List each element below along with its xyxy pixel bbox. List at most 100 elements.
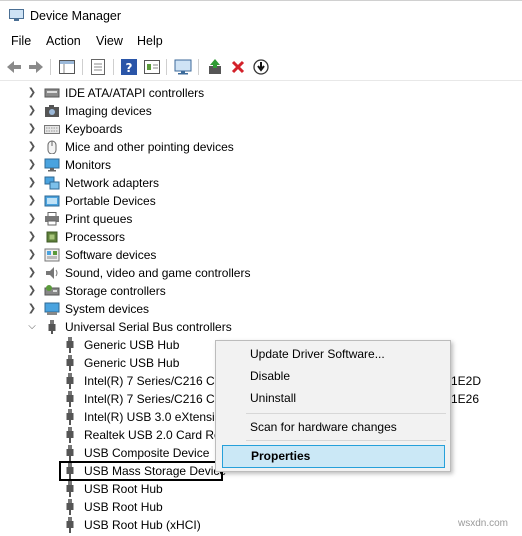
category-label: Software devices (65, 248, 157, 262)
chevron-right-icon[interactable]: ❯ (27, 210, 37, 228)
category-label: Processors (65, 230, 126, 244)
chevron-right-icon[interactable]: ❯ (27, 138, 37, 156)
category-label: System devices (65, 302, 150, 316)
category-label: IDE ATA/ATAPI controllers (65, 86, 205, 100)
menu-disable[interactable]: Disable (250, 369, 290, 383)
tree-category[interactable]: ❯ Storage controllers (0, 282, 522, 300)
chevron-right-icon[interactable]: ❯ (27, 120, 37, 138)
menu-update-driver[interactable]: Update Driver Software... (250, 347, 385, 361)
menu-view[interactable]: View (96, 34, 123, 48)
storage-controller-icon (44, 285, 60, 296)
menu-separator (246, 413, 446, 414)
printer-icon (45, 212, 59, 226)
tree-category[interactable]: ❯ Portable Devices (0, 192, 522, 210)
device-label: Intel(R) 7 Series/C216 Chi (84, 392, 225, 406)
device-label: Intel(R) 7 Series/C216 Chi (84, 374, 225, 388)
menu-help[interactable]: Help (137, 34, 163, 48)
device-label-tail: 1E2D (451, 374, 482, 388)
update-driver-icon[interactable] (205, 57, 225, 77)
usb-plug-icon (48, 320, 56, 334)
menu-separator (246, 440, 446, 441)
usb-device-row[interactable]: USB Root Hub (xHCI) (0, 516, 522, 534)
uninstall-x-icon[interactable] (228, 57, 248, 77)
tree-category[interactable]: ❯ Software devices (0, 246, 522, 264)
menu-bar: File Action View Help (0, 30, 522, 52)
tree-category[interactable]: ❯ Keyboards (0, 120, 522, 138)
usb-plug-icon (66, 409, 74, 425)
tree-category[interactable]: ❯ Sound, video and game controllers (0, 264, 522, 282)
chevron-right-icon[interactable]: ❯ (27, 246, 37, 264)
toolbar: ? (0, 53, 522, 81)
device-label: Generic USB Hub (84, 356, 180, 370)
category-label: Keyboards (65, 122, 123, 136)
menu-properties-label: Properties (251, 449, 311, 463)
chevron-right-icon[interactable]: ❯ (27, 192, 37, 210)
svg-text:?: ? (126, 61, 133, 75)
usb-device-row[interactable]: USB Root Hub (0, 498, 522, 516)
device-label: Generic USB Hub (84, 338, 180, 352)
usb-device-row[interactable]: USB Root Hub (0, 480, 522, 498)
device-label: USB Root Hub (84, 482, 163, 496)
ide-controller-icon (44, 88, 60, 98)
menu-file[interactable]: File (11, 34, 31, 48)
usb-plug-icon (66, 373, 74, 389)
chevron-right-icon[interactable]: ❯ (27, 228, 37, 246)
device-manager-icon (9, 9, 24, 21)
toolbar-separator (82, 59, 83, 75)
scan-monitor-icon[interactable] (173, 57, 193, 77)
usb-plug-icon (66, 499, 74, 515)
toolbar-separator (113, 59, 114, 75)
system-device-icon (44, 302, 60, 315)
window-title: Device Manager (30, 9, 122, 23)
tree-category[interactable]: ❯ Imaging devices (0, 102, 522, 120)
usb-plug-icon (66, 337, 74, 353)
selection-outline (59, 461, 223, 481)
watermark: wsxdn.com (458, 518, 509, 529)
processor-icon (46, 231, 58, 243)
usb-plug-icon (66, 481, 74, 497)
action-view-icon[interactable] (142, 57, 162, 77)
toolbar-separator (198, 59, 199, 75)
chevron-right-icon[interactable]: ❯ (27, 156, 37, 174)
tree-category[interactable]: ❯ Processors (0, 228, 522, 246)
disable-down-arrow-icon[interactable] (251, 57, 271, 77)
category-label: Universal Serial Bus controllers (65, 320, 232, 334)
title-bar: Device Manager (0, 0, 522, 30)
tree-category[interactable]: ❯ Print queues (0, 210, 522, 228)
monitor-icon (44, 158, 60, 172)
tree-category[interactable]: ❯ System devices (0, 300, 522, 318)
chevron-down-icon[interactable]: ⌵ (27, 318, 37, 336)
network-adapter-icon (44, 176, 60, 190)
forward-arrow-icon[interactable] (26, 57, 46, 77)
device-label-tail: 1E26 (451, 392, 480, 406)
chevron-right-icon[interactable]: ❯ (27, 282, 37, 300)
show-hide-tree-icon[interactable] (57, 57, 77, 77)
category-label: Monitors (65, 158, 112, 172)
category-label: Print queues (65, 212, 133, 226)
chevron-right-icon[interactable]: ❯ (27, 264, 37, 282)
tree-category-usb[interactable]: ⌵ Universal Serial Bus controllers (0, 318, 522, 336)
device-label: USB Composite Device (84, 446, 210, 460)
category-label: Imaging devices (65, 104, 152, 118)
device-label: Realtek USB 2.0 Card Rea (84, 428, 228, 442)
usb-plug-icon (66, 517, 74, 533)
tree-category[interactable]: ❯ Monitors (0, 156, 522, 174)
menu-scan-hardware[interactable]: Scan for hardware changes (250, 420, 397, 434)
chevron-right-icon[interactable]: ❯ (27, 300, 37, 318)
menu-uninstall[interactable]: Uninstall (250, 391, 296, 405)
category-label: Portable Devices (65, 194, 156, 208)
menu-properties[interactable]: Properties (222, 445, 445, 468)
menu-action[interactable]: Action (46, 34, 81, 48)
device-label: Intel(R) USB 3.0 eXtensibl (84, 410, 225, 424)
back-arrow-icon[interactable] (4, 57, 24, 77)
help-icon[interactable]: ? (119, 57, 139, 77)
chevron-right-icon[interactable]: ❯ (27, 84, 37, 102)
usb-plug-icon (66, 445, 74, 461)
chevron-right-icon[interactable]: ❯ (27, 174, 37, 192)
properties-icon[interactable] (88, 57, 108, 77)
chevron-right-icon[interactable]: ❯ (27, 102, 37, 120)
tree-category[interactable]: ❯ Mice and other pointing devices (0, 138, 522, 156)
tree-category[interactable]: ❯ Network adapters (0, 174, 522, 192)
tree-category[interactable]: ❯ IDE ATA/ATAPI controllers (0, 84, 522, 102)
mouse-icon (47, 140, 57, 154)
